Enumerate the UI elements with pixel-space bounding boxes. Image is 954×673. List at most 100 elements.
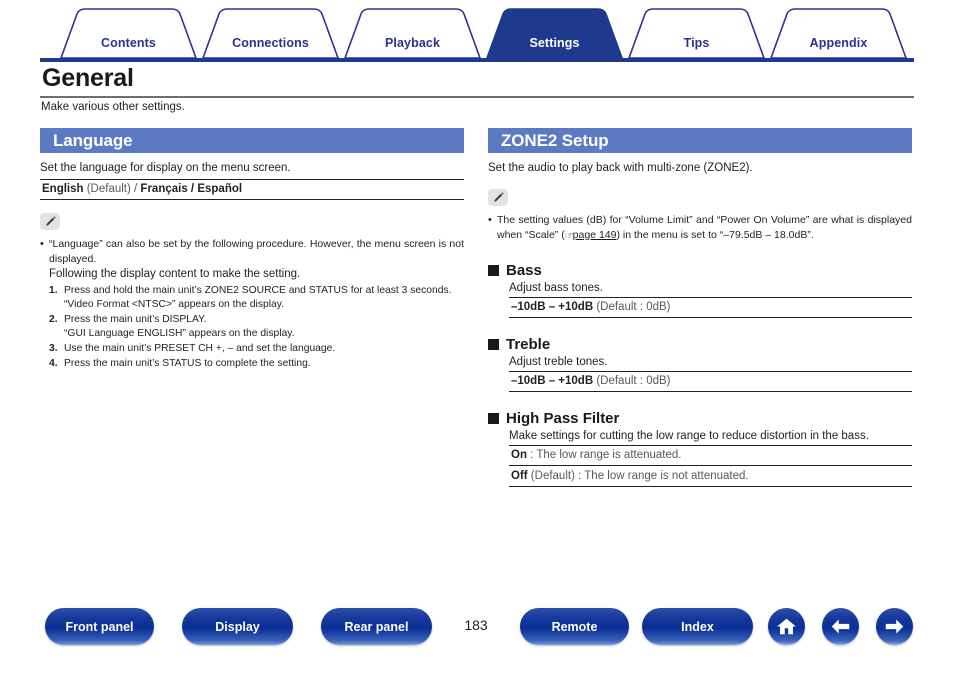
list-item: 3. Use the main unit’s PRESET CH +, – an… — [49, 342, 464, 356]
hpf-option-on-desc: : The low range is attenuated. — [526, 449, 682, 461]
step-text: Use the main unit’s PRESET CH +, – and s… — [64, 343, 336, 354]
list-item: 1. Press and hold the main unit’s ZONE2 … — [49, 284, 464, 312]
zone2-note-text: The setting values (dB) for “Volume Limi… — [497, 213, 912, 244]
treble-option-value: –10dB – +10dB — [511, 375, 594, 387]
arrow-left-icon — [831, 619, 850, 634]
tab-shape-playback[interactable] — [343, 8, 482, 59]
step-body: Press the main unit’s STATUS to complete… — [64, 357, 464, 371]
tab-shape-tips[interactable] — [627, 8, 766, 59]
bass-option-value: –10dB – +10dB — [511, 301, 594, 313]
forward-button[interactable] — [876, 608, 913, 645]
treble-option-row: –10dB – +10dB (Default : 0dB) — [509, 371, 912, 392]
hpf-option-off-value: Off — [511, 470, 528, 482]
language-note-body: • “Language” can also be set by the foll… — [40, 237, 464, 266]
tab-shape-settings[interactable] — [485, 8, 624, 59]
pencil-icon — [40, 213, 60, 230]
tab-tips[interactable]: Tips — [629, 36, 764, 50]
footer-nav: Front panel Display Rear panel 183 Remot… — [0, 608, 954, 648]
hpf-option-off-desc: (Default) : The low range is not attenua… — [527, 470, 749, 482]
arrow-right-icon — [885, 619, 904, 634]
zone2-note: • The setting values (dB) for “Volume Li… — [488, 189, 912, 244]
section-header-language: Language — [40, 128, 464, 153]
subheading-high-pass-filter-label: High Pass Filter — [506, 410, 620, 427]
home-icon — [777, 618, 796, 635]
language-option-english-default: (Default) / — [83, 183, 141, 195]
right-column: ZONE2 Setup Set the audio to play back w… — [488, 128, 912, 487]
home-button[interactable] — [768, 608, 805, 645]
square-bullet-icon — [488, 413, 499, 424]
step-subtext: “Video Format <NTSC>” appears on the dis… — [64, 299, 284, 310]
list-item: 2. Press the main unit’s DISPLAY. “GUI L… — [49, 313, 464, 341]
step-number: 3. — [49, 343, 58, 354]
treble-option-default: (Default : 0dB) — [593, 375, 671, 387]
front-panel-button[interactable]: Front panel — [45, 608, 154, 645]
bass-options: –10dB – +10dB (Default : 0dB) — [509, 297, 912, 318]
bass-description: Adjust bass tones. — [509, 282, 603, 294]
step-body: Press the main unit’s DISPLAY. “GUI Lang… — [64, 313, 464, 341]
rear-panel-button[interactable]: Rear panel — [321, 608, 432, 645]
pencil-icon-glyph — [45, 216, 56, 226]
high-pass-filter-option-on: On : The low range is attenuated. — [509, 445, 912, 466]
bullet-icon: • — [488, 214, 492, 226]
treble-options: –10dB – +10dB (Default : 0dB) — [509, 371, 912, 392]
language-description: Set the language for display on the menu… — [40, 162, 291, 174]
step-number: 1. — [49, 285, 58, 296]
language-note-subtext: Following the display content to make th… — [49, 268, 301, 280]
page-link[interactable]: page 149 — [573, 229, 617, 241]
language-options-row: English (Default) / Français / Español — [40, 179, 464, 200]
language-option-separator: / — [187, 183, 198, 195]
subheading-bass-label: Bass — [506, 262, 542, 279]
remote-button[interactable]: Remote — [520, 608, 629, 645]
title-divider — [40, 96, 914, 98]
language-note-text: “Language” can also be set by the follow… — [49, 238, 464, 265]
tab-bottom-rule — [40, 58, 914, 62]
bullet-icon: • — [40, 238, 44, 250]
step-body: Use the main unit’s PRESET CH +, – and s… — [64, 342, 464, 356]
language-note: • “Language” can also be set by the foll… — [40, 213, 464, 371]
square-bullet-icon — [488, 265, 499, 276]
tab-connections[interactable]: Connections — [203, 36, 338, 50]
step-subtext: “GUI Language ENGLISH” appears on the di… — [64, 328, 295, 339]
high-pass-filter-options: On : The low range is attenuated. Off (D… — [509, 445, 912, 487]
pointing-hand-icon: ☞ — [564, 230, 574, 242]
step-number: 2. — [49, 314, 58, 325]
pencil-icon — [488, 189, 508, 206]
zone2-note-text-after: ) in the menu is set to “–79.5dB – 18.0d… — [616, 228, 814, 241]
tab-appendix[interactable]: Appendix — [771, 36, 906, 50]
index-button[interactable]: Index — [642, 608, 753, 645]
language-option-english: English — [42, 183, 84, 195]
subheading-high-pass-filter: High Pass Filter — [488, 410, 912, 427]
tab-contents[interactable]: Contents — [61, 36, 196, 50]
zone2-note-body: • The setting values (dB) for “Volume Li… — [488, 213, 912, 244]
page-title: General — [42, 64, 134, 92]
bass-option-row: –10dB – +10dB (Default : 0dB) — [509, 297, 912, 318]
section-header-zone2-setup: ZONE2 Setup — [488, 128, 912, 153]
language-option-francais: Français — [140, 183, 188, 195]
tab-playback[interactable]: Playback — [345, 36, 480, 50]
step-text: Press and hold the main unit’s ZONE2 SOU… — [64, 285, 452, 296]
step-number: 4. — [49, 358, 58, 369]
pencil-icon-glyph — [493, 192, 504, 202]
tab-shape-connections[interactable] — [201, 8, 340, 59]
high-pass-filter-description: Make settings for cutting the low range … — [509, 430, 869, 442]
back-button[interactable] — [822, 608, 859, 645]
tab-shape-appendix[interactable] — [769, 8, 908, 59]
subheading-treble: Treble — [488, 336, 912, 353]
display-button[interactable]: Display — [182, 608, 293, 645]
bass-option-default: (Default : 0dB) — [593, 301, 671, 313]
list-item: 4. Press the main unit’s STATUS to compl… — [49, 357, 464, 371]
language-option-espanol: Español — [197, 183, 243, 195]
subheading-bass: Bass — [488, 262, 912, 279]
tab-shapes — [59, 8, 908, 59]
tab-settings[interactable]: Settings — [487, 36, 622, 50]
step-text: Press the main unit’s DISPLAY. — [64, 314, 207, 325]
treble-description: Adjust treble tones. — [509, 356, 608, 368]
subheading-treble-label: Treble — [506, 336, 551, 353]
square-bullet-icon — [488, 339, 499, 350]
page-intro: Make various other settings. — [41, 101, 185, 113]
language-steps-list: 1. Press and hold the main unit’s ZONE2 … — [49, 284, 464, 371]
tab-shape-contents[interactable] — [59, 8, 198, 59]
hpf-option-on-value: On — [511, 449, 527, 461]
left-column: Language Set the language for display on… — [40, 128, 464, 371]
high-pass-filter-option-off: Off (Default) : The low range is not att… — [509, 467, 912, 487]
